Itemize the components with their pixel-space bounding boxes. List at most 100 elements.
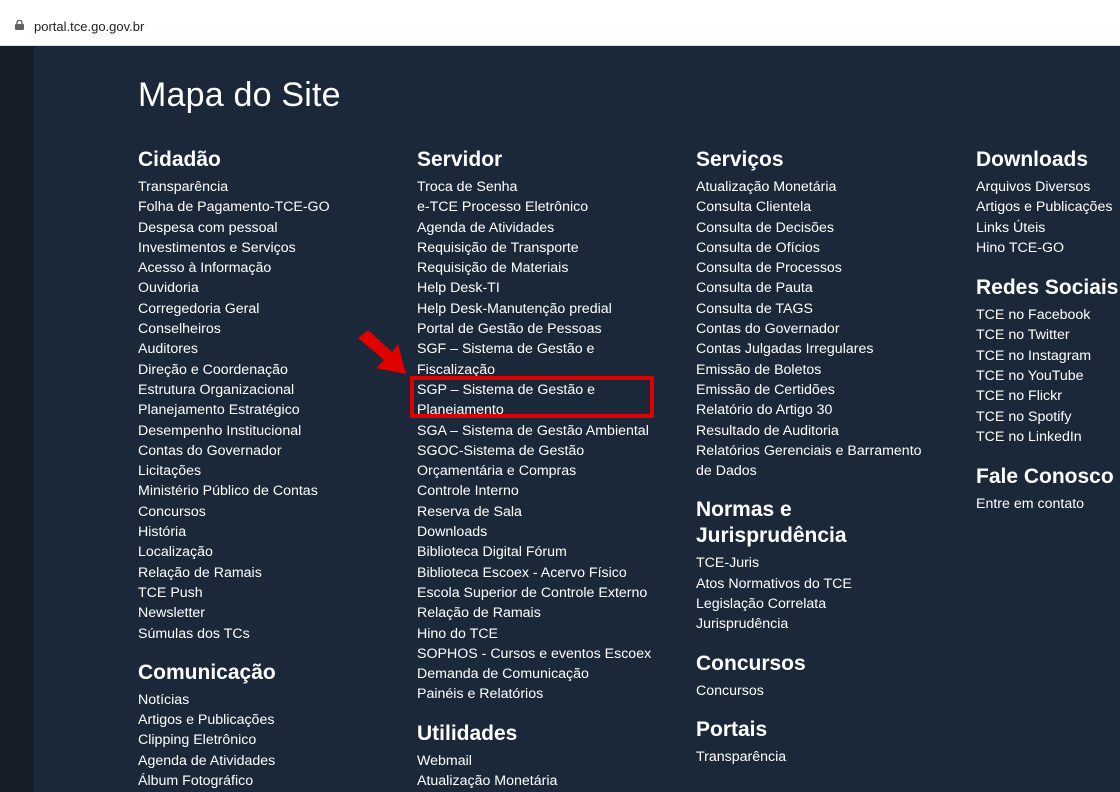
site-map-link[interactable]: TCE no Twitter <box>976 325 1120 345</box>
site-map-link[interactable]: Consulta de Processos <box>696 258 966 278</box>
site-map-link[interactable]: Relação de Ramais <box>138 563 408 583</box>
site-map-link[interactable]: TCE no LinkedIn <box>976 427 1120 447</box>
site-map-link[interactable]: Atualização Monetária <box>417 771 687 791</box>
site-map-link[interactable]: Jurisprudência <box>696 614 966 634</box>
link-list: Entre em contato <box>976 494 1120 514</box>
site-map-link[interactable]: Desempenho Institucional <box>138 421 408 441</box>
site-map-link[interactable]: TCE Push <box>138 583 408 603</box>
site-map-link[interactable]: TCE-Juris <box>696 553 966 573</box>
site-map-link[interactable]: Arquivos Diversos <box>976 177 1120 197</box>
site-map-link[interactable]: Links Úteis <box>976 218 1120 238</box>
link-list: Arquivos Diversos Artigos e Publicações Li… <box>976 177 1120 258</box>
site-map-link[interactable]: Requisição de Transporte <box>417 238 687 258</box>
site-map-link[interactable]: Artigos e Publicações <box>138 710 408 730</box>
site-map-link[interactable]: Escola Superior de Controle Externo <box>417 583 687 603</box>
site-map-link[interactable]: SOPHOS - Cursos e eventos Escoex <box>417 644 687 664</box>
link-list: TCE no Facebook TCE no Twitter TCE no Inst… <box>976 305 1120 447</box>
site-map-link[interactable]: Notícias <box>138 690 408 710</box>
site-map-link[interactable]: Biblioteca Escoex - Acervo Físico <box>417 563 687 583</box>
site-map-link[interactable]: Biblioteca Digital Fórum <box>417 542 687 562</box>
section-portais: Portais Transparência <box>696 717 966 767</box>
site-map-link[interactable]: Webmail <box>417 751 687 771</box>
site-map-link[interactable]: Relação de Ramais <box>417 603 687 623</box>
site-map-link[interactable]: Ministério Público de Contas <box>138 481 408 501</box>
site-map-link[interactable]: Álbum Fotográfico <box>138 771 408 791</box>
site-map-link[interactable]: Hino do TCE <box>417 624 687 644</box>
link-list: Concursos <box>696 681 966 701</box>
url-text[interactable]: portal.tce.go.gov.br <box>34 19 144 34</box>
site-map-link[interactable]: Corregedoria Geral <box>138 299 408 319</box>
site-map-link[interactable]: Emissão de Certidões <box>696 380 966 400</box>
section-cidadao: Cidadão Transparência Folha de Pagamento-… <box>138 147 408 644</box>
site-map-link[interactable]: Contas do Governador <box>696 319 966 339</box>
site-map-link[interactable]: SGOC-Sistema de Gestão <box>417 441 687 461</box>
site-map-link[interactable]: Clipping Eletrônico <box>138 730 408 750</box>
site-map-link[interactable]: Legislação Correlata <box>696 594 966 614</box>
column-downloads: Downloads Arquivos Diversos Artigos e Pub… <box>976 147 1120 529</box>
site-map-link[interactable]: TCE no Flickr <box>976 386 1120 406</box>
site-map-link[interactable]: Hino TCE-GO <box>976 238 1120 258</box>
site-map-page: Mapa do Site Cidadão Transparência Folha … <box>34 46 1120 792</box>
site-map-link[interactable]: TCE no YouTube <box>976 366 1120 386</box>
site-map-link[interactable]: TCE no Facebook <box>976 305 1120 325</box>
site-map-link[interactable]: Transparência <box>696 747 966 767</box>
site-map-link[interactable]: Orçamentária e Compras <box>417 461 687 481</box>
lock-icon <box>15 20 24 30</box>
site-map-link[interactable]: Reserva de Sala <box>417 502 687 522</box>
site-map-link[interactable]: SGA – Sistema de Gestão Ambiental <box>417 421 687 441</box>
site-map-link[interactable]: Help Desk-Manutenção predial <box>417 299 687 319</box>
site-map-link[interactable]: Agenda de Atividades <box>138 751 408 771</box>
site-map-link[interactable]: Consulta de Decisões <box>696 218 966 238</box>
link-list: Transparência <box>696 747 966 767</box>
site-map-link[interactable]: e-TCE Processo Eletrônico <box>417 197 687 217</box>
site-map-link[interactable]: Licitações <box>138 461 408 481</box>
site-map-link[interactable]: Requisição de Materiais <box>417 258 687 278</box>
site-map-link[interactable]: Artigos e Publicações <box>976 197 1120 217</box>
site-map-link[interactable]: Localização <box>138 542 408 562</box>
site-map-link[interactable]: Estrutura Organizacional <box>138 380 408 400</box>
site-map-link[interactable]: SGF – Sistema de Gestão e <box>417 339 687 359</box>
site-map-link[interactable]: Despesa com pessoal <box>138 218 408 238</box>
site-map-link[interactable]: Investimentos e Serviços <box>138 238 408 258</box>
site-map-link[interactable]: Concursos <box>138 502 408 522</box>
site-map-link[interactable]: História <box>138 522 408 542</box>
site-map-link[interactable]: Planejamento Estratégico <box>138 400 408 420</box>
site-map-link[interactable]: Acesso à Informação <box>138 258 408 278</box>
site-map-link[interactable]: Painéis e Relatórios <box>417 684 687 704</box>
site-map-link[interactable]: Transparência <box>138 177 408 197</box>
column-servicos: Serviços Atualização Monetária Consulta C… <box>696 147 966 781</box>
site-map-link[interactable]: Consulta Clientela <box>696 197 966 217</box>
site-map-link[interactable]: Downloads <box>417 522 687 542</box>
site-map-link[interactable]: Relatórios Gerenciais e Barramento <box>696 441 966 461</box>
site-map-link[interactable]: Consulta de TAGS <box>696 299 966 319</box>
site-map-link[interactable]: Demanda de Comunicação <box>417 664 687 684</box>
site-map-link[interactable]: de Dados <box>696 461 966 481</box>
site-map-link[interactable]: Newsletter <box>138 603 408 623</box>
site-map-link[interactable]: Emissão de Boletos <box>696 360 966 380</box>
site-map-link[interactable]: Contas do Governador <box>138 441 408 461</box>
site-map-link[interactable]: Help Desk-TI <box>417 278 687 298</box>
site-map-link[interactable]: Consulta de Ofícios <box>696 238 966 258</box>
site-map-link[interactable]: Concursos <box>696 681 966 701</box>
site-map-link[interactable]: Consulta de Pauta <box>696 278 966 298</box>
section-heading: Servidor <box>417 148 503 171</box>
link-list: Atualização Monetária Consulta Clientela C… <box>696 177 966 481</box>
site-map-link[interactable]: Entre em contato <box>976 494 1120 514</box>
site-map-link[interactable]: Agenda de Atividades <box>417 218 687 238</box>
site-map-link[interactable]: TCE no Instagram <box>976 346 1120 366</box>
site-map-link[interactable]: TCE no Spotify <box>976 407 1120 427</box>
site-map-link[interactable]: Folha de Pagamento-TCE-GO <box>138 197 408 217</box>
site-map-link[interactable]: Atos Normativos do TCE <box>696 574 966 594</box>
site-map-link[interactable]: Portal de Gestão de Pessoas <box>417 319 687 339</box>
browser-address-bar[interactable]: portal.tce.go.gov.br <box>0 0 1120 46</box>
site-map-link[interactable]: Troca de Senha <box>417 177 687 197</box>
site-map-link[interactable]: Controle Interno <box>417 481 687 501</box>
site-map-link[interactable]: Contas Julgadas Irregulares <box>696 339 966 359</box>
site-map-link[interactable]: Resultado de Auditoria <box>696 421 966 441</box>
site-map-link[interactable]: Ouvidoria <box>138 278 408 298</box>
section-heading: Utilidades <box>417 721 518 745</box>
site-map-link[interactable]: Atualização Monetária <box>696 177 966 197</box>
section-heading: Downloads <box>976 148 1089 171</box>
site-map-link[interactable]: Súmulas dos TCs <box>138 624 408 644</box>
site-map-link[interactable]: Relatório do Artigo 30 <box>696 400 966 420</box>
